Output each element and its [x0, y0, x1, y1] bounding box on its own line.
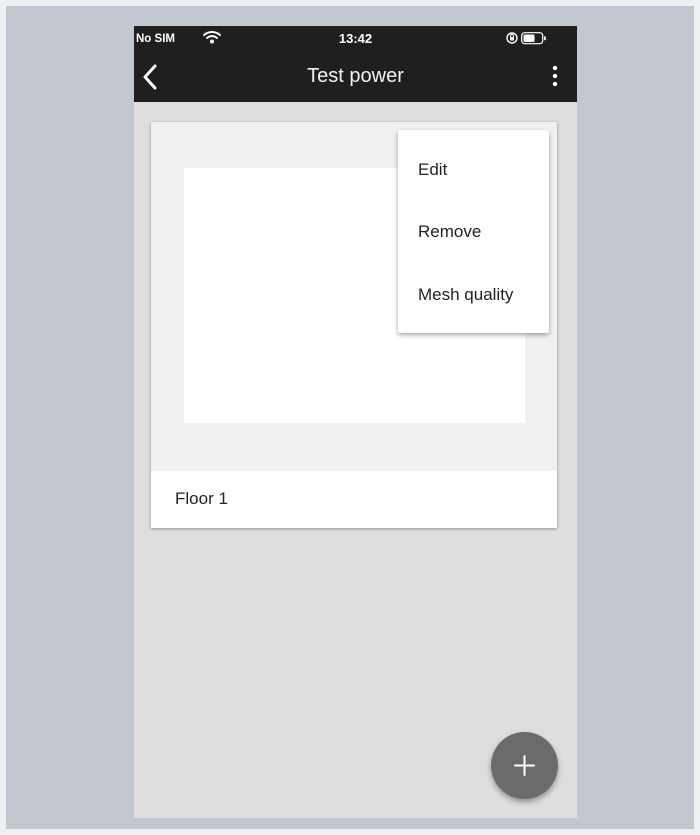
battery-icon [521, 32, 547, 48]
orientation-lock-icon [505, 30, 519, 49]
add-floor-button[interactable] [491, 732, 558, 799]
page-title: Test power [307, 65, 404, 87]
phone-screen: No SIM 13:42 Test power Floor 1 Edit Rem… [134, 26, 577, 818]
plus-icon [513, 754, 536, 782]
app-bar: Test power [134, 52, 577, 102]
status-bar: No SIM 13:42 [134, 26, 577, 52]
floor-card-footer[interactable]: Floor 1 [151, 471, 557, 528]
menu-item-remove[interactable]: Remove [418, 222, 481, 242]
floor-name: Floor 1 [175, 489, 228, 508]
menu-item-edit[interactable]: Edit [418, 160, 447, 180]
more-vertical-icon[interactable] [550, 64, 560, 93]
context-menu: Edit Remove Mesh quality [398, 130, 549, 333]
menu-item-mesh-quality[interactable]: Mesh quality [418, 285, 513, 305]
